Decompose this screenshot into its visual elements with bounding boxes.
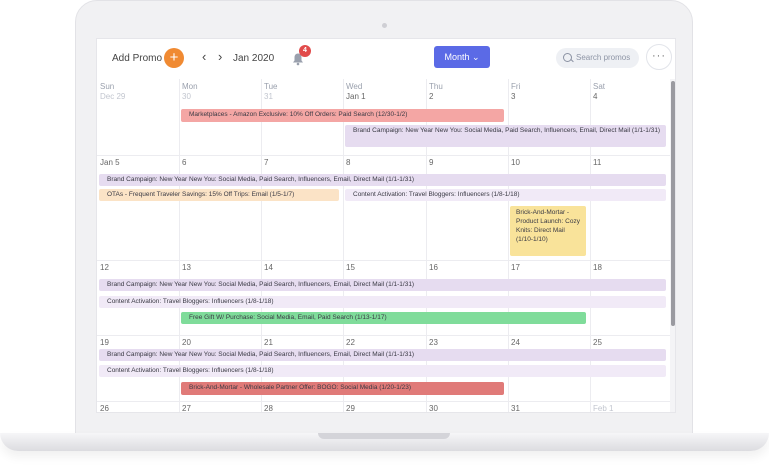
event-content-activation[interactable]: Content Activation: Travel Bloggers: Inf…: [345, 189, 666, 201]
day-cell-date[interactable]: 21: [264, 338, 273, 347]
weekday-header-thu: Thu: [429, 82, 443, 91]
webcam-icon: [382, 23, 387, 28]
search-placeholder: Search promos: [576, 53, 631, 62]
more-options-button[interactable]: ···: [646, 44, 672, 70]
day-cell-date[interactable]: 22: [346, 338, 355, 347]
day-cell-date[interactable]: Jan 1: [346, 92, 366, 101]
day-cell-date[interactable]: 29: [346, 404, 355, 412]
day-cell-date[interactable]: 15: [346, 263, 355, 272]
day-cell-date[interactable]: 7: [264, 158, 268, 167]
grid-row-divider: [97, 260, 670, 261]
event-marketplaces-amazon[interactable]: Marketplaces - Amazon Exclusive: 10% Off…: [181, 109, 504, 122]
event-brand-campaign[interactable]: Brand Campaign: New Year New You: Social…: [99, 174, 666, 186]
event-brand-campaign[interactable]: Brand Campaign: New Year New You: Social…: [99, 349, 666, 361]
day-cell-date[interactable]: 20: [182, 338, 191, 347]
day-cell-date[interactable]: 31: [264, 92, 273, 101]
prev-month-button[interactable]: ‹: [202, 50, 206, 64]
calendar-toolbar: Add Promo + ‹ › Jan 2020 4 Month ⌄ Searc…: [97, 39, 675, 79]
event-brand-campaign[interactable]: Brand Campaign: New Year New You: Social…: [345, 125, 666, 147]
grid-row-divider: [97, 155, 670, 156]
event-free-gift[interactable]: Free Gift W/ Purchase: Social Media, Ema…: [181, 312, 586, 324]
day-cell-date[interactable]: 16: [429, 263, 438, 272]
weekday-header-sun: Sun: [100, 82, 115, 91]
grid-column-divider: [179, 79, 180, 412]
day-cell-date[interactable]: Feb 1: [593, 404, 613, 412]
notification-badge: 4: [299, 45, 311, 57]
day-cell-date[interactable]: 19: [100, 338, 109, 347]
day-cell-date[interactable]: 28: [264, 404, 273, 412]
search-input[interactable]: Search promos: [556, 48, 639, 68]
day-cell-date[interactable]: 14: [264, 263, 273, 272]
current-month-label: Jan 2020: [233, 53, 275, 64]
day-cell-date[interactable]: 2: [429, 92, 433, 101]
grid-column-divider: [261, 79, 262, 412]
day-cell-date[interactable]: 23: [429, 338, 438, 347]
day-cell-date[interactable]: Jan 5: [100, 158, 120, 167]
grid-row-divider: [97, 335, 670, 336]
day-cell-date[interactable]: Dec 29: [100, 92, 125, 101]
weekday-header-mon: Mon: [182, 82, 198, 91]
day-cell-date[interactable]: 11: [593, 158, 601, 167]
view-selector-button[interactable]: Month ⌄: [434, 46, 490, 68]
next-month-button[interactable]: ›: [218, 50, 222, 64]
day-cell-date[interactable]: 30: [429, 404, 438, 412]
grid-row-divider: [97, 401, 670, 402]
event-content-activation[interactable]: Content Activation: Travel Bloggers: Inf…: [99, 296, 666, 308]
day-cell-date[interactable]: 8: [346, 158, 350, 167]
day-cell-date[interactable]: 27: [182, 404, 191, 412]
event-otas-traveler[interactable]: OTAs - Frequent Traveler Savings: 15% Of…: [99, 189, 339, 201]
weekday-header-wed: Wed: [346, 82, 363, 91]
day-cell-date[interactable]: 31: [511, 404, 520, 412]
day-cell-date[interactable]: 9: [429, 158, 433, 167]
app-screen: Add Promo + ‹ › Jan 2020 4 Month ⌄ Searc…: [96, 38, 676, 413]
weekday-header-fri: Fri: [511, 82, 521, 91]
add-promo-button[interactable]: +: [164, 48, 184, 68]
scrollbar-thumb[interactable]: [671, 81, 675, 326]
add-promo-label[interactable]: Add Promo: [112, 53, 162, 64]
month-grid: Sun Mon Tue Wed Thu Fri Sat Dec 29 30 31 Jan 1234J…: [97, 79, 670, 412]
grid-column-divider: [343, 79, 344, 412]
event-content-activation[interactable]: Content Activation: Travel Bloggers: Inf…: [99, 365, 666, 377]
weekday-header-sat: Sat: [593, 82, 606, 91]
laptop-notch: [318, 433, 450, 439]
day-cell-date[interactable]: 25: [593, 338, 602, 347]
weekday-header-tue: Tue: [264, 82, 278, 91]
search-icon: [563, 53, 572, 62]
day-cell-date[interactable]: 26: [100, 404, 109, 412]
scrollbar[interactable]: [670, 79, 675, 412]
event-brand-campaign[interactable]: Brand Campaign: New Year New You: Social…: [99, 279, 666, 291]
day-cell-date[interactable]: 30: [182, 92, 191, 101]
day-cell-date[interactable]: 17: [511, 263, 520, 272]
day-cell-date[interactable]: 10: [511, 158, 520, 167]
event-brick-mortar-launch[interactable]: Brick-And-Mortar - Product Launch: Cozy …: [510, 206, 586, 256]
day-cell-date[interactable]: 13: [182, 263, 191, 272]
day-cell-date[interactable]: 6: [182, 158, 186, 167]
day-cell-date[interactable]: 3: [511, 92, 515, 101]
day-cell-date[interactable]: 18: [593, 263, 602, 272]
event-brick-mortar-wholesale[interactable]: Brick-And-Mortar - Wholesale Partner Off…: [181, 382, 504, 395]
day-cell-date[interactable]: 24: [511, 338, 520, 347]
day-cell-date[interactable]: 12: [100, 263, 109, 272]
day-cell-date[interactable]: 4: [593, 92, 597, 101]
